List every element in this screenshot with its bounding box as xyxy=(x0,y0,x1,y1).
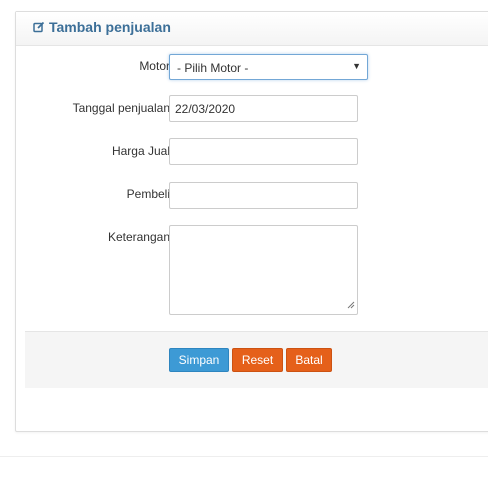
form-actions: Simpan Reset Batal xyxy=(25,331,488,388)
motor-select[interactable]: - Pilih Motor - ▼ xyxy=(169,54,368,80)
page-divider xyxy=(0,456,488,457)
panel-heading: Tambah penjualan xyxy=(16,12,488,46)
keterangan-textarea[interactable] xyxy=(169,225,358,315)
motor-label: Motor xyxy=(139,59,170,73)
batal-button[interactable]: Batal xyxy=(286,348,332,372)
pembeli-input[interactable] xyxy=(169,182,358,209)
tanggal-input[interactable]: 22/03/2020 xyxy=(169,95,358,122)
add-sale-panel: Tambah penjualan Motor - Pilih Motor - ▼… xyxy=(15,11,488,432)
keterangan-label: Keterangan xyxy=(107,230,170,244)
pembeli-label: Pembeli xyxy=(126,187,170,201)
tanggal-label: Tanggal penjualan xyxy=(72,101,170,115)
motor-select-value: - Pilih Motor - xyxy=(177,61,249,75)
harga-input[interactable] xyxy=(169,138,358,165)
tanggal-input-value: 22/03/2020 xyxy=(175,102,236,116)
simpan-button[interactable]: Simpan xyxy=(169,348,229,372)
edit-icon xyxy=(33,20,45,36)
reset-button[interactable]: Reset xyxy=(232,348,283,372)
panel-title-text: Tambah penjualan xyxy=(49,19,171,35)
resize-grip-icon[interactable] xyxy=(347,298,355,312)
harga-label: Harga Jual xyxy=(111,144,170,158)
chevron-down-icon: ▼ xyxy=(352,61,361,71)
panel-title: Tambah penjualan xyxy=(33,19,171,36)
